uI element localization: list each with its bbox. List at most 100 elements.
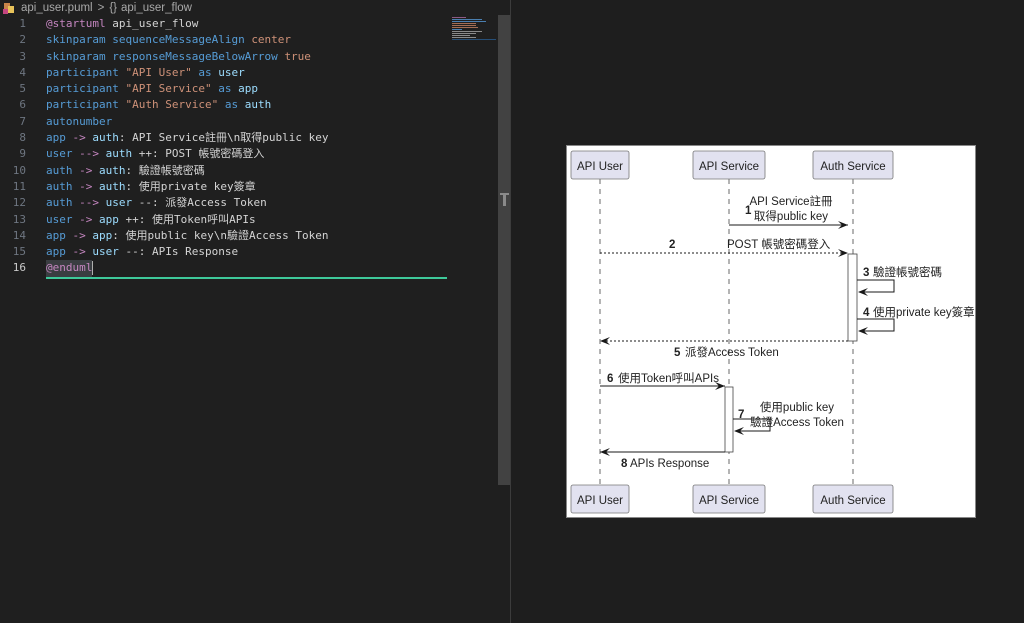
breadcrumb-symbol[interactable]: api_user_flow	[121, 2, 192, 14]
code-line[interactable]: 5 participant "API Service" as app	[0, 81, 500, 97]
message-number: 6	[607, 373, 613, 385]
code-token: "Auth Service"	[125, 98, 219, 112]
code-token: true	[284, 49, 311, 63]
code-token: user	[92, 245, 119, 259]
code-line[interactable]: 14 app -> app: 使用public key\n驗證Access Tok…	[0, 228, 500, 244]
activation-bar	[724, 386, 734, 453]
minimap[interactable]	[452, 16, 498, 42]
message-label: 使用Token呼叫APIs	[618, 371, 719, 385]
line-number: 2	[19, 33, 26, 47]
code-line[interactable]: 7 autonumber	[0, 114, 500, 130]
code-token: ->	[72, 131, 86, 145]
message-label: 驗證Access Token	[750, 415, 844, 429]
code-token: as	[224, 98, 239, 112]
line-number: 3	[19, 49, 26, 63]
code-token: skinparam	[46, 33, 106, 47]
code-token: : 驗證帳號密碼	[125, 163, 205, 177]
line-number: 4	[19, 65, 26, 79]
message-label: 使用public key	[760, 400, 834, 414]
code-line[interactable]: 13 user -> app ++: 使用Token呼叫APIs	[0, 212, 500, 228]
message-number: 4	[863, 307, 870, 319]
code-token: auth	[105, 147, 133, 161]
code-line[interactable]: 9 user --> auth ++: POST 帳號密碼登入	[0, 146, 500, 162]
code-token: auth	[92, 131, 119, 145]
code-token: ->	[79, 212, 93, 226]
code-token: -->	[79, 196, 99, 210]
code-line[interactable]: 11 auth -> auth: 使用private key簽章	[0, 179, 500, 195]
code-token: auth	[99, 179, 126, 193]
message-label: API Service註冊	[749, 195, 833, 208]
code-token: sequenceMessageAlign	[112, 33, 245, 47]
code-token: app	[46, 228, 66, 242]
code-token: app	[46, 245, 66, 259]
code-line[interactable]: 1 @startuml api_user_flow	[0, 16, 500, 32]
code-line[interactable]: 15 app -> user --: APIs Response	[0, 244, 500, 260]
vertical-scrollbar[interactable]	[498, 15, 510, 485]
message-number: 7	[738, 409, 744, 421]
code-token: app	[99, 212, 119, 226]
participant-label-bottom: Auth Service	[820, 495, 885, 507]
message-number: 3	[863, 267, 869, 279]
code-token: ++: POST 帳號密碼登入	[132, 147, 265, 161]
code-token: -->	[79, 147, 99, 161]
code-token: auth	[46, 179, 73, 193]
code-token: @startuml	[46, 17, 106, 30]
code-line[interactable]: 2 skinparam sequenceMessageAlign center	[0, 32, 500, 48]
code-line[interactable]: 12 auth --> user --: 派發Access Token	[0, 195, 500, 211]
code-token: user	[218, 65, 245, 79]
code-line[interactable]: 8 app -> auth: API Service註冊\n取得public ke…	[0, 130, 500, 146]
code-token: as	[218, 82, 232, 96]
participant-label-bottom: API Service	[699, 495, 759, 507]
split-drag-handle-icon[interactable]	[500, 193, 509, 207]
line-number: 14	[12, 228, 26, 242]
code-token: "API Service"	[125, 82, 212, 96]
code-token: participant	[46, 65, 119, 79]
code-token: auth	[244, 98, 272, 112]
arrow-head	[600, 337, 610, 345]
message-label: 驗證帳號密碼	[873, 265, 942, 279]
code-token: user	[46, 147, 73, 161]
code-token: ++: 使用Token呼叫APIs	[118, 212, 256, 226]
line-number: 10	[12, 163, 26, 177]
code-line[interactable]: 4 participant "API User" as user	[0, 65, 500, 81]
code-token: center	[251, 33, 292, 47]
line-number: 6	[19, 98, 26, 112]
line-number: 13	[12, 212, 26, 226]
code-token: --: 派發Access Token	[132, 196, 267, 210]
code-token: skinparam	[46, 49, 106, 63]
code-line[interactable]: 16 @enduml	[0, 260, 500, 277]
line-number: 9	[19, 147, 26, 161]
participant-label-top: API User	[577, 161, 623, 173]
code-token: ->	[79, 163, 93, 177]
code-line[interactable]: 6 participant "Auth Service" as auth	[0, 97, 500, 113]
code-token: : API Service註冊\n取得public key	[118, 131, 329, 145]
activation-bar	[847, 253, 858, 342]
code-line[interactable]: 3 skinparam responseMessageBelowArrow tru…	[0, 49, 500, 65]
code-line[interactable]: 10 auth -> auth: 驗證帳號密碼	[0, 163, 500, 179]
breadcrumb-file[interactable]: api_user.puml	[21, 2, 93, 14]
code-token: app	[92, 228, 113, 242]
code-lines[interactable]: 1 @startuml api_user_flow 2 skinparam seque…	[0, 16, 500, 277]
code-token: user	[46, 212, 73, 226]
line-number: 11	[12, 179, 26, 193]
line-number: 8	[19, 131, 26, 145]
code-token: : 使用private key簽章	[125, 179, 256, 193]
